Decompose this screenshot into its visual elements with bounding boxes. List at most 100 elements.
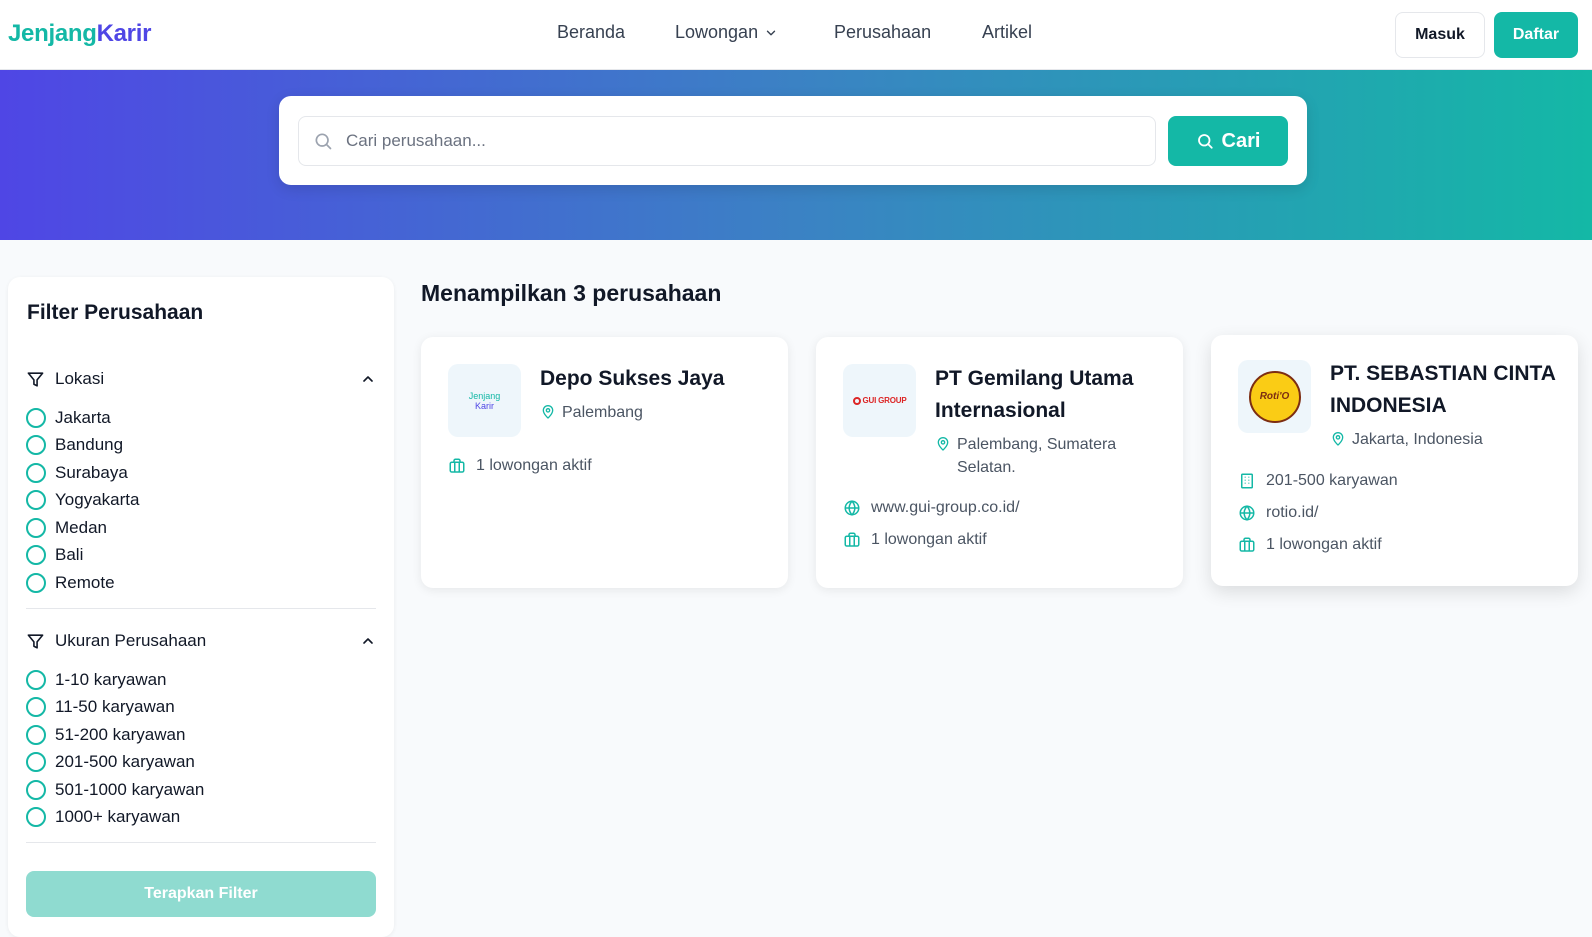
company-logo: Roti'O (1238, 360, 1311, 433)
chevron-up-icon[interactable] (360, 371, 376, 387)
globe-icon (1239, 505, 1255, 521)
filter-location-label: Lokasi (55, 369, 105, 388)
search-icon (1197, 134, 1213, 149)
radio-button[interactable] (26, 752, 46, 772)
location-option-jakarta[interactable]: Jakarta (26, 408, 111, 428)
globe-icon (844, 500, 860, 516)
filter-title: Filter Perusahaan (27, 301, 204, 324)
logo-text: Jenjang (468, 390, 501, 401)
briefcase-icon (1239, 537, 1255, 552)
option-label: Bali (55, 545, 84, 564)
filter-divider (26, 608, 376, 609)
logo-text: GUI GROUP (862, 396, 907, 405)
option-label: 201-500 karyawan (55, 752, 195, 771)
location-option-bandung[interactable]: Bandung (26, 435, 123, 455)
company-logo: Jenjang Karir (448, 364, 521, 437)
size-option-1000-plus[interactable]: 1000+ karyawan (26, 807, 180, 827)
brand-part-2: Karir (96, 20, 152, 47)
jobs-text: 1 lowongan aktif (476, 457, 592, 474)
brand-part-1: Jenjang (8, 20, 97, 47)
option-label: Medan (55, 518, 107, 537)
jobs-text: 1 lowongan aktif (871, 531, 987, 548)
option-label: Jakarta (55, 408, 111, 427)
results-summary: Menampilkan 3 perusahaan (421, 280, 722, 306)
radio-button[interactable] (26, 780, 46, 800)
company-name[interactable]: PT. SEBASTIAN CINTA INDONESIA (1330, 358, 1560, 422)
option-label: 501-1000 karyawan (55, 780, 205, 799)
radio-button[interactable] (26, 518, 46, 538)
location-option-surabaya[interactable]: Surabaya (26, 463, 128, 483)
location-option-bali[interactable]: Bali (26, 545, 83, 565)
nav-beranda[interactable]: Beranda (557, 22, 625, 43)
apply-filter-button[interactable]: Terapkan Filter (26, 871, 376, 917)
filter-icon (27, 633, 44, 649)
brand-logo[interactable]: JenjangKarir (8, 20, 151, 48)
location-text: Palembang (562, 404, 643, 421)
top-navbar: JenjangKarir Beranda Lowongan Perusahaan… (0, 0, 1592, 70)
company-size: 201-500 karyawan (1238, 472, 1398, 490)
briefcase-icon (449, 458, 465, 473)
radio-button[interactable] (26, 408, 46, 428)
radio-button[interactable] (26, 670, 46, 690)
search-button[interactable]: Cari (1168, 116, 1288, 166)
nav-lowongan[interactable]: Lowongan (675, 22, 778, 43)
company-website[interactable]: rotio.id/ (1238, 504, 1318, 522)
search-box (298, 116, 1156, 166)
location-text: Jakarta, Indonesia (1352, 431, 1483, 448)
company-website[interactable]: www.gui-group.co.id/ (843, 499, 1020, 517)
size-option-1-10[interactable]: 1-10 karyawan (26, 670, 167, 690)
gui-logo-mark (852, 396, 861, 405)
company-location: Palembang, Sumatera Selatan. (935, 433, 1165, 479)
size-option-51-200[interactable]: 51-200 karyawan (26, 725, 185, 745)
chevron-up-icon[interactable] (360, 633, 376, 649)
location-option-remote[interactable]: Remote (26, 573, 115, 593)
radio-button[interactable] (26, 573, 46, 593)
size-option-501-1000[interactable]: 501-1000 karyawan (26, 780, 204, 800)
map-pin-icon (542, 405, 554, 419)
option-label: 11-50 karyawan (55, 697, 175, 716)
radio-button[interactable] (26, 807, 46, 827)
location-option-medan[interactable]: Medan (26, 518, 107, 538)
nav-perusahaan[interactable]: Perusahaan (834, 22, 931, 43)
radio-button[interactable] (26, 697, 46, 717)
company-card[interactable]: Jenjang Karir Depo Sukses Jaya Palembang… (421, 337, 788, 588)
location-option-yogyakarta[interactable]: Yogyakarta (26, 490, 139, 510)
chevron-down-icon (766, 30, 776, 35)
company-jobs: 1 lowongan aktif (448, 457, 592, 475)
radio-button[interactable] (26, 490, 46, 510)
option-label: Remote (55, 573, 115, 592)
company-location: Palembang (540, 401, 770, 424)
company-card[interactable]: Roti'O PT. SEBASTIAN CINTA INDONESIA Jak… (1211, 335, 1578, 586)
company-location: Jakarta, Indonesia (1330, 428, 1560, 451)
radio-button[interactable] (26, 463, 46, 483)
radio-button[interactable] (26, 435, 46, 455)
filter-icon (27, 371, 44, 387)
company-name[interactable]: Depo Sukses Jaya (540, 363, 770, 395)
option-label: Surabaya (55, 463, 128, 482)
logo-text: Roti'O (1259, 391, 1290, 402)
filter-location-header[interactable]: Lokasi (26, 369, 376, 389)
register-button[interactable]: Daftar (1494, 12, 1578, 58)
option-label: 1-10 karyawan (55, 670, 167, 689)
option-label: 51-200 karyawan (55, 725, 186, 744)
search-input[interactable] (346, 117, 1146, 165)
option-label: 1000+ karyawan (55, 807, 181, 826)
search-card: Cari (279, 96, 1307, 185)
nav-artikel[interactable]: Artikel (982, 22, 1032, 43)
website-text: rotio.id/ (1266, 504, 1319, 521)
search-button-label: Cari (1221, 129, 1261, 152)
company-name[interactable]: PT Gemilang Utama Internasional (935, 363, 1165, 427)
size-option-201-500[interactable]: 201-500 karyawan (26, 752, 195, 772)
filter-size-header[interactable]: Ukuran Perusahaan (26, 631, 376, 651)
login-button[interactable]: Masuk (1395, 12, 1485, 58)
size-option-11-50[interactable]: 11-50 karyawan (26, 697, 175, 717)
radio-button[interactable] (26, 545, 46, 565)
radio-button[interactable] (26, 725, 46, 745)
jobs-text: 1 lowongan aktif (1266, 536, 1382, 553)
option-label: Bandung (55, 435, 124, 454)
building-icon (1241, 473, 1253, 489)
company-card[interactable]: GUI GROUP PT Gemilang Utama Internasiona… (816, 337, 1183, 588)
logo-text: Karir (474, 400, 494, 411)
filter-sidebar: Filter Perusahaan Lokasi Jakarta Bandung… (8, 277, 394, 937)
company-jobs: 1 lowongan aktif (843, 531, 987, 549)
